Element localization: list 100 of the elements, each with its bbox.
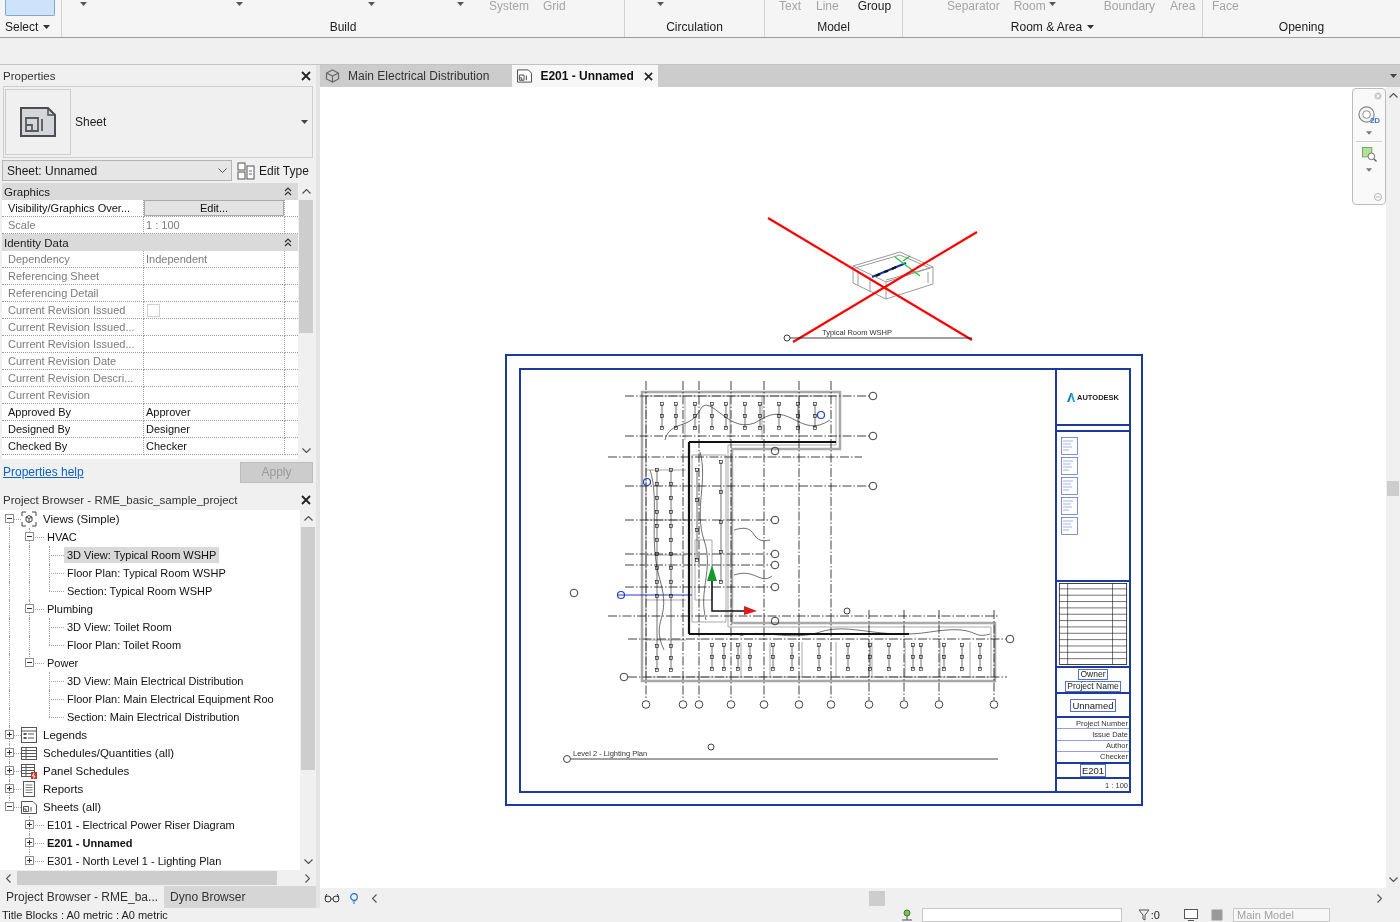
caret-icon[interactable] xyxy=(457,2,464,6)
browser-item[interactable]: 3D View: Typical Room WSHP xyxy=(64,547,220,563)
panel-title: Model xyxy=(817,19,850,34)
browser-item[interactable]: E201 - Unnamed xyxy=(44,835,136,851)
filter-count: :0 xyxy=(1150,908,1160,922)
network-icon[interactable] xyxy=(900,909,913,921)
scroll-up-icon[interactable] xyxy=(303,516,313,521)
boxes-icon xyxy=(237,161,255,180)
scrollbar-thumb[interactable] xyxy=(1387,481,1399,496)
property-name: Current Revision Issued... xyxy=(2,336,144,353)
plus-box-icon[interactable] xyxy=(5,730,14,739)
browser-item[interactable]: Views (Simple) xyxy=(40,511,123,527)
browser-item[interactable]: Floor Plan: Main Electrical Equipment Roo xyxy=(64,691,277,707)
browser-item[interactable]: E301 - North Level 1 - Lighting Plan xyxy=(44,853,225,869)
project-name-label: Project Name xyxy=(1065,680,1121,692)
browser-item[interactable]: 3D View: Main Electrical Distribution xyxy=(64,673,247,689)
edit-type-button[interactable]: Edit Type xyxy=(237,161,309,180)
instance-dropdown[interactable]: Sheet: Unnamed xyxy=(2,160,232,181)
browser-item[interactable]: Schedules/Quantities (all) xyxy=(40,745,178,761)
browser-item[interactable]: Legends xyxy=(40,727,91,743)
browser-item[interactable]: Power xyxy=(44,655,82,671)
view-tab[interactable]: Main Electrical Distribution xyxy=(320,65,510,87)
zoom-icon[interactable] xyxy=(1361,147,1377,162)
scroll-down-icon[interactable] xyxy=(301,448,311,453)
monitor-icon[interactable] xyxy=(1184,909,1198,921)
type-selector[interactable]: Sheet xyxy=(3,86,313,158)
chevron-down-icon xyxy=(218,168,227,173)
tool-tile-icon[interactable] xyxy=(5,0,55,16)
scroll-right-icon[interactable] xyxy=(1377,893,1382,903)
scroll-up-icon[interactable] xyxy=(301,189,311,194)
scroll-down-icon[interactable] xyxy=(1388,877,1398,882)
caret-icon[interactable] xyxy=(368,2,375,6)
plus-box-icon[interactable] xyxy=(25,820,34,829)
panel-tab[interactable]: Project Browser - RME_ba... xyxy=(0,886,165,908)
property-value[interactable]: Approver xyxy=(144,404,285,421)
scrollbar-thumb[interactable] xyxy=(869,890,885,906)
browser-item[interactable]: 3D View: Toilet Room xyxy=(64,619,175,635)
scrollbar-thumb[interactable] xyxy=(299,200,313,333)
scrollbar-thumb[interactable] xyxy=(301,527,315,770)
wheel-button[interactable]: 2D xyxy=(1357,106,1381,125)
caret-icon[interactable] xyxy=(1366,168,1372,172)
panel-title-button[interactable]: Room & Area xyxy=(1010,19,1095,34)
caret-icon[interactable] xyxy=(1390,74,1397,78)
panel-title: Build xyxy=(329,19,357,34)
property-value[interactable]: Checker xyxy=(144,438,285,455)
browser-item[interactable]: Plumbing xyxy=(44,601,96,617)
close-icon[interactable] xyxy=(301,494,311,505)
minus-box-icon[interactable] xyxy=(5,802,14,811)
caret-icon[interactable] xyxy=(236,2,243,6)
property-name: Current Revision Issued... xyxy=(2,319,144,336)
minus-box-icon[interactable] xyxy=(25,658,34,667)
minus-box-icon[interactable] xyxy=(25,604,34,613)
close-icon[interactable] xyxy=(301,70,311,81)
caret-icon[interactable] xyxy=(1048,2,1056,6)
plus-box-icon[interactable] xyxy=(5,766,14,775)
property-name: Dependency xyxy=(2,251,144,268)
panel-tab[interactable]: Dyno Browser xyxy=(164,886,252,908)
browser-item[interactable]: Section: Typical Room WSHP xyxy=(64,583,216,599)
plus-box-icon[interactable] xyxy=(25,856,34,865)
caret-icon[interactable] xyxy=(1366,131,1372,135)
browser-item[interactable]: Floor Plan: Toilet Room xyxy=(64,637,185,653)
close-icon[interactable] xyxy=(643,71,653,81)
group-header[interactable]: Identity Data xyxy=(2,234,298,251)
glasses-icon[interactable] xyxy=(324,893,340,903)
browser-item[interactable]: HVAC xyxy=(44,529,80,545)
property-name: Current Revision Issued xyxy=(2,302,144,319)
browser-item[interactable]: Section: Main Electrical Distribution xyxy=(64,709,243,725)
help-link[interactable]: Properties help xyxy=(3,465,84,479)
scroll-left-icon[interactable] xyxy=(6,873,11,883)
browser-item[interactable]: Panel Schedules xyxy=(40,763,133,779)
browser-item[interactable]: Reports xyxy=(40,781,87,797)
dropdown-field[interactable] xyxy=(921,908,1122,922)
scroll-up-icon[interactable] xyxy=(1388,93,1398,98)
table-icon xyxy=(21,745,37,761)
view-tab[interactable]: E201 - Unnamed xyxy=(512,65,658,87)
scroll-down-icon[interactable] xyxy=(303,859,313,864)
property-value[interactable]: Designer xyxy=(144,421,285,438)
caret-icon[interactable] xyxy=(80,2,87,6)
scroll-left-icon[interactable] xyxy=(372,893,377,903)
browser-item[interactable]: Sheets (all) xyxy=(40,799,105,815)
ribbon-tool[interactable]: Group xyxy=(857,0,892,13)
minus-box-icon[interactable] xyxy=(25,532,34,541)
browser-item[interactable]: Floor Plan: Typical Room WSHP xyxy=(64,565,229,581)
sheet-icon xyxy=(5,89,71,155)
edit-button[interactable]: Edit... xyxy=(144,200,284,216)
browser-item[interactable]: E101 - Electrical Power Riser Diagram xyxy=(44,817,238,833)
caret-icon[interactable] xyxy=(657,2,664,6)
caret-icon xyxy=(301,120,308,124)
group-header[interactable]: Graphics xyxy=(2,183,298,200)
lightbulb-icon[interactable] xyxy=(350,892,358,904)
panel-title-button[interactable]: Select xyxy=(5,19,51,34)
scroll-right-icon[interactable] xyxy=(305,873,310,883)
minus-box-icon[interactable] xyxy=(5,514,14,523)
property-value: Independent xyxy=(144,251,285,268)
plus-box-icon[interactable] xyxy=(25,838,34,847)
status-text: Title Blocks : A0 metric : A0 metric xyxy=(1,908,169,922)
scrollbar-thumb[interactable] xyxy=(17,871,277,885)
plus-box-icon[interactable] xyxy=(5,748,14,757)
property-name: Checked By xyxy=(2,438,144,455)
plus-box-icon[interactable] xyxy=(5,784,14,793)
